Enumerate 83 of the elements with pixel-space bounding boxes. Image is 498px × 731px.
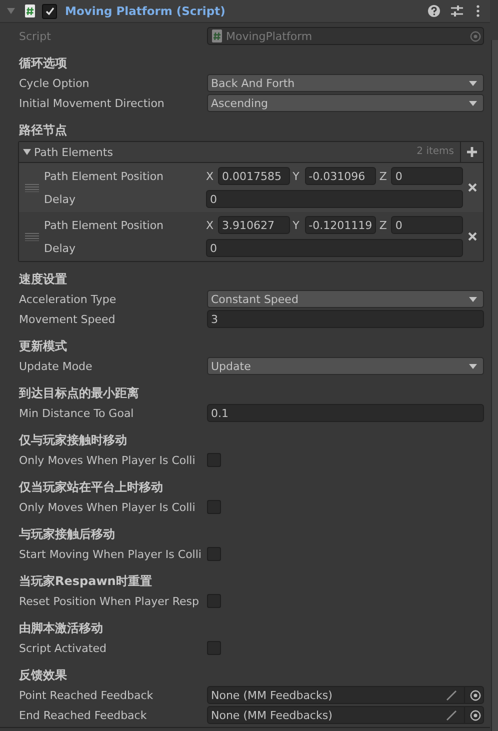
field-label: Path Element Position — [44, 170, 165, 182]
input-field[interactable]: 3.910627 — [218, 216, 290, 234]
axis-label: X — [206, 170, 215, 182]
section-heading: 反馈效果 — [19, 667, 67, 684]
foldout-arrow-icon[interactable] — [23, 148, 31, 156]
section-heading: 循环选项 — [19, 55, 67, 72]
caret-icon[interactable] — [469, 100, 477, 106]
input-field[interactable]: 3 — [207, 310, 484, 328]
input-field[interactable]: 0 — [206, 190, 463, 208]
input-field[interactable]: -0.1201119 — [304, 216, 376, 234]
axis-label: Z — [379, 218, 388, 232]
list-title: Path Elements — [34, 146, 113, 158]
field-label: Initial Movement Direction — [19, 96, 166, 110]
field-label: End Reached Feedback — [19, 708, 148, 722]
field-label: Delay — [44, 242, 77, 254]
script-icon — [24, 4, 36, 18]
remove-icon[interactable] — [468, 232, 477, 241]
section-heading: 到达目标点的最小距离 — [19, 385, 139, 402]
checkbox[interactable] — [207, 594, 221, 608]
caret-icon[interactable] — [469, 296, 477, 302]
field-label: Point Reached Feedback — [19, 688, 154, 702]
axis-label: X — [206, 218, 215, 232]
field-label: Cycle Option — [19, 76, 90, 90]
field-label: Reset Position When Player Resp — [19, 594, 200, 608]
checkbox[interactable] — [207, 641, 221, 655]
object-field[interactable]: None (MM Feedbacks) — [207, 706, 484, 724]
plus-icon[interactable] — [466, 146, 478, 158]
dropdown[interactable]: Ascending — [207, 94, 484, 112]
sliders-icon[interactable] — [451, 5, 463, 17]
section-heading: 由脚本激活移动 — [19, 620, 103, 637]
axis-label: Z — [379, 170, 388, 182]
field-label: Start Moving When Player Is Colli — [19, 548, 202, 560]
caret-icon[interactable] — [469, 364, 477, 368]
field-value: None (MM Feedbacks) — [211, 688, 332, 702]
pencil-icon[interactable] — [446, 690, 457, 700]
target-icon[interactable] — [470, 690, 481, 700]
item-count: 2 items — [416, 142, 461, 162]
dropdown[interactable]: Back And Forth — [207, 74, 484, 92]
field-label: Script — [19, 30, 52, 42]
field-label: Update Mode — [19, 360, 94, 372]
field-value: MovingPlatform — [226, 30, 312, 42]
pencil-icon[interactable] — [446, 710, 457, 720]
dropdown[interactable]: Constant Speed — [207, 290, 484, 308]
input-field[interactable]: 0 — [391, 167, 464, 185]
field-label: Only Moves When Player Is Colli — [19, 500, 196, 514]
field-label: Delay — [44, 192, 77, 206]
object-field[interactable]: None (MM Feedbacks) — [207, 686, 484, 704]
scrollbar[interactable] — [491, 40, 498, 731]
dropdown[interactable]: Update — [207, 357, 484, 375]
checkbox[interactable] — [207, 547, 221, 561]
caret-icon[interactable] — [469, 80, 477, 86]
input-field[interactable]: -0.031096 — [304, 167, 376, 185]
input-field[interactable]: 0.0017585 — [218, 167, 290, 185]
section-heading: 速度设置 — [19, 271, 67, 288]
field-label: Script Activated — [19, 642, 108, 654]
section-heading: 仅与玩家接触时移动 — [19, 432, 127, 449]
drag-handle-icon[interactable] — [25, 184, 39, 192]
drag-handle-icon[interactable] — [25, 232, 39, 240]
script-icon — [211, 29, 223, 43]
target-icon[interactable] — [470, 710, 481, 720]
field-label: Movement Speed — [19, 312, 116, 326]
checkbox[interactable] — [207, 500, 221, 514]
field-value: None (MM Feedbacks) — [211, 708, 332, 722]
field-label: Min Distance To Goal — [19, 406, 135, 420]
axis-label: Y — [292, 218, 300, 232]
remove-icon[interactable] — [468, 183, 477, 192]
component-title: Moving Platform (Script) — [65, 4, 226, 18]
field-label: Acceleration Type — [19, 292, 118, 306]
input-field[interactable]: 0 — [391, 216, 464, 234]
input-field[interactable]: 0 — [206, 239, 463, 257]
section-heading: 与玩家接触后移动 — [19, 526, 115, 543]
list-foldout[interactable]: Path Elements — [19, 146, 417, 158]
field-label: Path Element Position — [44, 218, 165, 232]
section-heading: 更新模式 — [19, 338, 67, 355]
section-heading: 仅当玩家站在平台上时移动 — [19, 479, 163, 496]
section-heading: 路径节点 — [19, 122, 67, 139]
checkbox[interactable] — [207, 453, 221, 467]
help-icon[interactable] — [428, 5, 440, 17]
more-icon[interactable] — [476, 5, 480, 17]
input-field[interactable]: 0.1 — [207, 404, 484, 422]
section-heading: 当玩家Respawn时重置 — [19, 573, 152, 590]
axis-label: Y — [292, 170, 300, 182]
field-label: Only Moves When Player Is Colli — [19, 454, 196, 466]
